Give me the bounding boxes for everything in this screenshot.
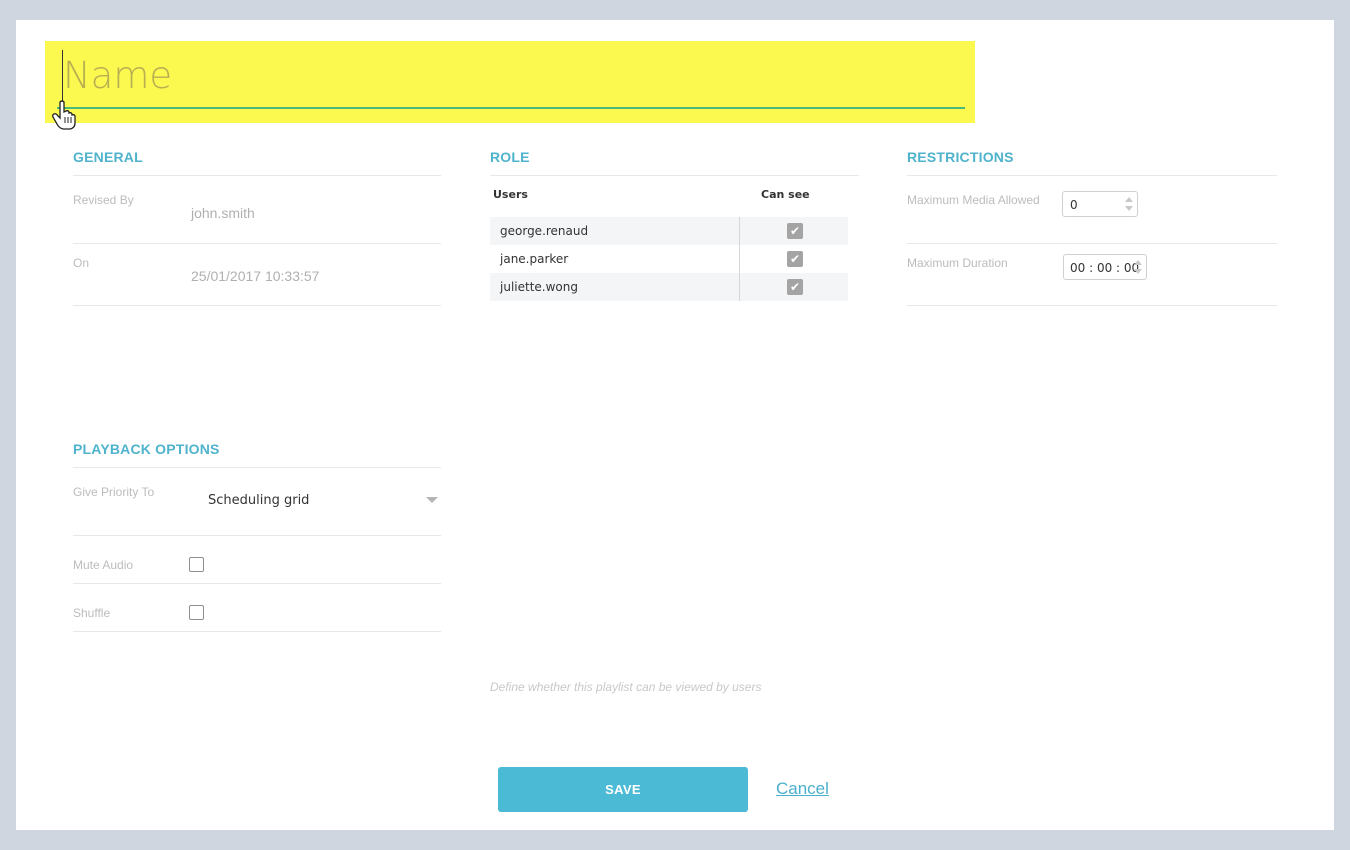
spinner-up-icon[interactable] xyxy=(1134,260,1142,265)
role-table-row: juliette.wong ✔ xyxy=(490,273,848,301)
cancel-link[interactable]: Cancel xyxy=(776,779,829,799)
max-duration-value: 00 : 00 : 00 xyxy=(1070,261,1140,275)
chevron-down-icon xyxy=(426,497,438,503)
hand-pointer-cursor-icon xyxy=(52,100,76,130)
shuffle-label: Shuffle xyxy=(73,606,111,620)
shuffle-checkbox[interactable] xyxy=(189,605,204,620)
max-duration-label: Maximum Duration xyxy=(907,256,1008,270)
can-see-checkbox[interactable]: ✔ xyxy=(787,251,803,267)
name-field-highlight xyxy=(45,41,975,123)
on-label: On xyxy=(73,256,90,270)
role-table-row: george.renaud ✔ xyxy=(490,217,848,245)
general-row-divider xyxy=(73,305,441,306)
spinner-down-icon[interactable] xyxy=(1134,269,1142,274)
revised-by-value: john.smith xyxy=(191,205,255,221)
users-column-header: Users xyxy=(493,188,528,201)
restrictions-divider xyxy=(907,175,1277,176)
role-divider xyxy=(490,175,859,176)
spinner-up-icon[interactable] xyxy=(1125,197,1133,202)
role-hint-text: Define whether this playlist can be view… xyxy=(490,680,762,694)
restrictions-row-divider xyxy=(907,243,1277,244)
max-duration-spinner[interactable]: 00 : 00 : 00 xyxy=(1063,254,1147,280)
role-section-title: ROLE xyxy=(490,149,530,165)
playback-row-divider xyxy=(73,583,441,584)
text-caret xyxy=(62,50,63,104)
max-media-label: Maximum Media Allowed xyxy=(907,193,1040,207)
save-button[interactable]: SAVE xyxy=(498,767,748,812)
role-user-name: george.renaud xyxy=(500,224,589,238)
playlist-editor-panel: GENERAL Revised By john.smith On 25/01/2… xyxy=(16,20,1334,830)
can-see-checkbox[interactable]: ✔ xyxy=(787,223,803,239)
role-user-name: juliette.wong xyxy=(500,280,578,294)
max-media-spinner[interactable]: 0 xyxy=(1062,191,1138,217)
general-row-divider xyxy=(73,243,441,244)
name-input-underline xyxy=(57,107,965,109)
mute-audio-label: Mute Audio xyxy=(73,558,134,572)
spinner-down-icon[interactable] xyxy=(1125,206,1133,211)
restrictions-row-divider xyxy=(907,305,1277,306)
playback-row-divider xyxy=(73,535,441,536)
on-value: 25/01/2017 10:33:57 xyxy=(191,268,320,284)
priority-selected-value: Scheduling grid xyxy=(208,493,310,508)
general-section-title: GENERAL xyxy=(73,149,143,165)
restrictions-section-title: RESTRICTIONS xyxy=(907,149,1014,165)
mute-audio-checkbox[interactable] xyxy=(189,557,204,572)
general-divider xyxy=(73,175,441,176)
priority-label: Give Priority To xyxy=(73,485,155,499)
max-media-value: 0 xyxy=(1070,198,1078,212)
name-input[interactable] xyxy=(57,53,963,97)
role-user-name: jane.parker xyxy=(500,252,569,266)
role-table-row: jane.parker ✔ xyxy=(490,245,848,273)
revised-by-label: Revised By xyxy=(73,193,134,207)
can-see-checkbox[interactable]: ✔ xyxy=(787,279,803,295)
playback-row-divider xyxy=(73,631,441,632)
can-see-column-header: Can see xyxy=(761,188,810,201)
playback-divider xyxy=(73,467,441,468)
priority-select[interactable]: Scheduling grid xyxy=(203,486,438,514)
playback-section-title: PLAYBACK OPTIONS xyxy=(73,441,220,457)
role-column-divider xyxy=(739,217,740,301)
